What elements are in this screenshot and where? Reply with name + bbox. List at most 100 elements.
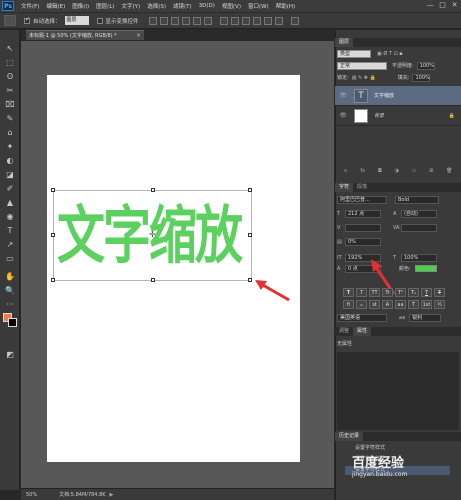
ordinal-button[interactable]: T <box>408 300 419 309</box>
mask-icon[interactable]: ◘ <box>378 168 382 174</box>
discretionary-ligature-button[interactable]: st <box>369 300 380 309</box>
tab-layers[interactable]: 图层 <box>335 38 354 47</box>
ordinals-button[interactable]: 1st <box>421 300 432 309</box>
align-right-icon[interactable] <box>203 16 212 25</box>
language-select[interactable]: 美国英语 <box>337 313 387 322</box>
faux-italic-button[interactable]: T <box>356 288 367 297</box>
lasso-tool-icon[interactable]: ʘ <box>4 72 16 82</box>
font-style-select[interactable]: Bold <box>395 195 439 204</box>
leading-input[interactable]: (自动) <box>401 209 437 218</box>
horizontal-scale-input[interactable]: 100% <box>401 253 437 262</box>
new-layer-icon[interactable]: ⊞ <box>429 168 433 174</box>
menu-filter[interactable]: 滤镜(T) <box>173 2 192 10</box>
blur-tool-icon[interactable]: ✐ <box>4 184 16 194</box>
small-caps-button[interactable]: Tr <box>382 288 393 297</box>
titling-button[interactable]: aa <box>395 300 406 309</box>
opacity-input[interactable]: 100% <box>416 61 435 70</box>
blend-mode-select[interactable]: 正常 <box>337 61 387 70</box>
transform-handle-tc[interactable] <box>151 188 155 192</box>
eyedropper-tool-icon[interactable]: ⌧ <box>4 100 16 110</box>
distribute-bottom-icon[interactable] <box>241 16 250 25</box>
transform-handle-mr[interactable] <box>248 233 252 237</box>
all-caps-button[interactable]: TT <box>369 288 380 297</box>
distribute-left-icon[interactable] <box>252 16 261 25</box>
fx-icon[interactable]: fx <box>360 168 365 174</box>
distribute-center-icon[interactable] <box>263 16 272 25</box>
fill-input[interactable]: 100% <box>412 73 431 82</box>
align-top-icon[interactable] <box>148 16 157 25</box>
tab-paragraph[interactable]: 段落 <box>353 183 371 192</box>
move-tool-icon[interactable]: ↖ <box>4 44 16 54</box>
text-color-swatch[interactable] <box>414 265 437 272</box>
maximize-button[interactable]: □ <box>438 1 447 10</box>
menu-type[interactable]: 文字(Y) <box>122 2 141 10</box>
transform-center-icon[interactable]: ✛ <box>149 230 156 239</box>
ligature-button[interactable]: fi <box>343 300 354 309</box>
eraser-tool-icon[interactable]: ◐ <box>4 156 16 166</box>
stamp-tool-icon[interactable]: ⌂ <box>4 128 16 138</box>
menu-3d[interactable]: 3D(D) <box>199 3 215 9</box>
path-select-tool-icon[interactable]: ↗ <box>4 240 16 250</box>
show-transform-checkbox[interactable] <box>96 17 103 24</box>
move-tool-preset-icon[interactable] <box>4 15 16 26</box>
underline-button[interactable]: T <box>421 288 432 297</box>
distribute-middle-icon[interactable] <box>230 16 239 25</box>
transform-handle-tr[interactable] <box>248 188 252 192</box>
tracking-percent-input[interactable]: 0% <box>345 237 381 246</box>
align-middle-icon[interactable] <box>159 16 168 25</box>
lock-icons[interactable]: ▨ ✎ ✥ 🔒 <box>352 75 376 81</box>
menu-image[interactable]: 图像(I) <box>72 2 89 10</box>
menu-help[interactable]: 帮助(H) <box>276 2 295 10</box>
status-arrow-icon[interactable]: ▶ <box>110 492 114 498</box>
layer-row-background[interactable]: 👁 背景 🔒 <box>335 106 461 126</box>
hand-tool-icon[interactable]: ✋ <box>4 272 16 282</box>
dodge-tool-icon[interactable]: ▲ <box>4 198 16 208</box>
transform-handle-ml[interactable] <box>51 233 55 237</box>
visibility-eye-icon[interactable]: 👁 <box>338 92 348 99</box>
trash-icon[interactable]: 🗑 <box>446 168 452 174</box>
transform-handle-bc[interactable] <box>151 278 155 282</box>
minimize-button[interactable]: — <box>426 1 435 10</box>
document-tab[interactable]: 未标题-1 @ 50% (文字缩放, RGB/8) * × <box>26 30 144 40</box>
auto-select-dropdown[interactable]: 图层 <box>64 16 89 25</box>
font-size-input[interactable]: 212 点 <box>345 209 381 218</box>
visibility-eye-icon[interactable]: 👁 <box>338 112 348 119</box>
menu-window[interactable]: 窗口(W) <box>248 2 269 10</box>
tab-properties[interactable]: 属性 <box>353 327 372 336</box>
close-button[interactable]: ✕ <box>450 1 459 10</box>
folder-icon[interactable]: ▭ <box>412 168 417 174</box>
fractions-button[interactable]: ½ <box>434 300 445 309</box>
superscript-button[interactable]: T¹ <box>395 288 406 297</box>
zoom-tool-icon[interactable]: 🔍 <box>4 286 16 296</box>
menu-file[interactable]: 文件(F) <box>21 2 39 10</box>
align-left-icon[interactable] <box>181 16 190 25</box>
background-color-swatch[interactable] <box>8 318 17 327</box>
transform-handle-tl[interactable] <box>51 188 55 192</box>
layer-name[interactable]: 文字缩放 <box>374 92 394 99</box>
zoom-level[interactable]: 50% <box>26 492 37 498</box>
menu-edit[interactable]: 编辑(E) <box>46 2 65 10</box>
font-family-select[interactable]: 阿里巴巴普... <box>337 195 387 204</box>
menu-select[interactable]: 选择(S) <box>147 2 166 10</box>
kerning-input[interactable] <box>345 223 381 232</box>
layer-kind-filter[interactable]: 类型 <box>337 49 371 58</box>
link-icon[interactable]: ∞ <box>343 168 347 174</box>
tab-adjustments[interactable]: 调整 <box>335 327 353 336</box>
layer-row-text[interactable]: 👁 T 文字缩放 <box>335 86 461 106</box>
marquee-tool-icon[interactable]: ⬚ <box>4 58 16 68</box>
tab-close-icon[interactable]: × <box>136 31 141 41</box>
antialias-select[interactable]: 锐利 <box>409 313 442 322</box>
gradient-tool-icon[interactable]: ◪ <box>4 170 16 180</box>
menu-layer[interactable]: 图层(L) <box>96 2 114 10</box>
crop-tool-icon[interactable]: ✂ <box>4 86 16 96</box>
history-brush-tool-icon[interactable]: ✦ <box>4 142 16 152</box>
menu-view[interactable]: 视图(V) <box>222 2 241 10</box>
layer-name[interactable]: 背景 <box>374 112 384 119</box>
tab-history[interactable]: 历史记录 <box>335 432 364 441</box>
adjustment-icon[interactable]: ◑ <box>395 168 399 174</box>
auto-align-icon[interactable] <box>290 16 299 25</box>
subscript-button[interactable]: T₁ <box>408 288 419 297</box>
align-bottom-icon[interactable] <box>170 16 179 25</box>
tracking-input[interactable] <box>401 223 437 232</box>
distribute-top-icon[interactable] <box>219 16 228 25</box>
